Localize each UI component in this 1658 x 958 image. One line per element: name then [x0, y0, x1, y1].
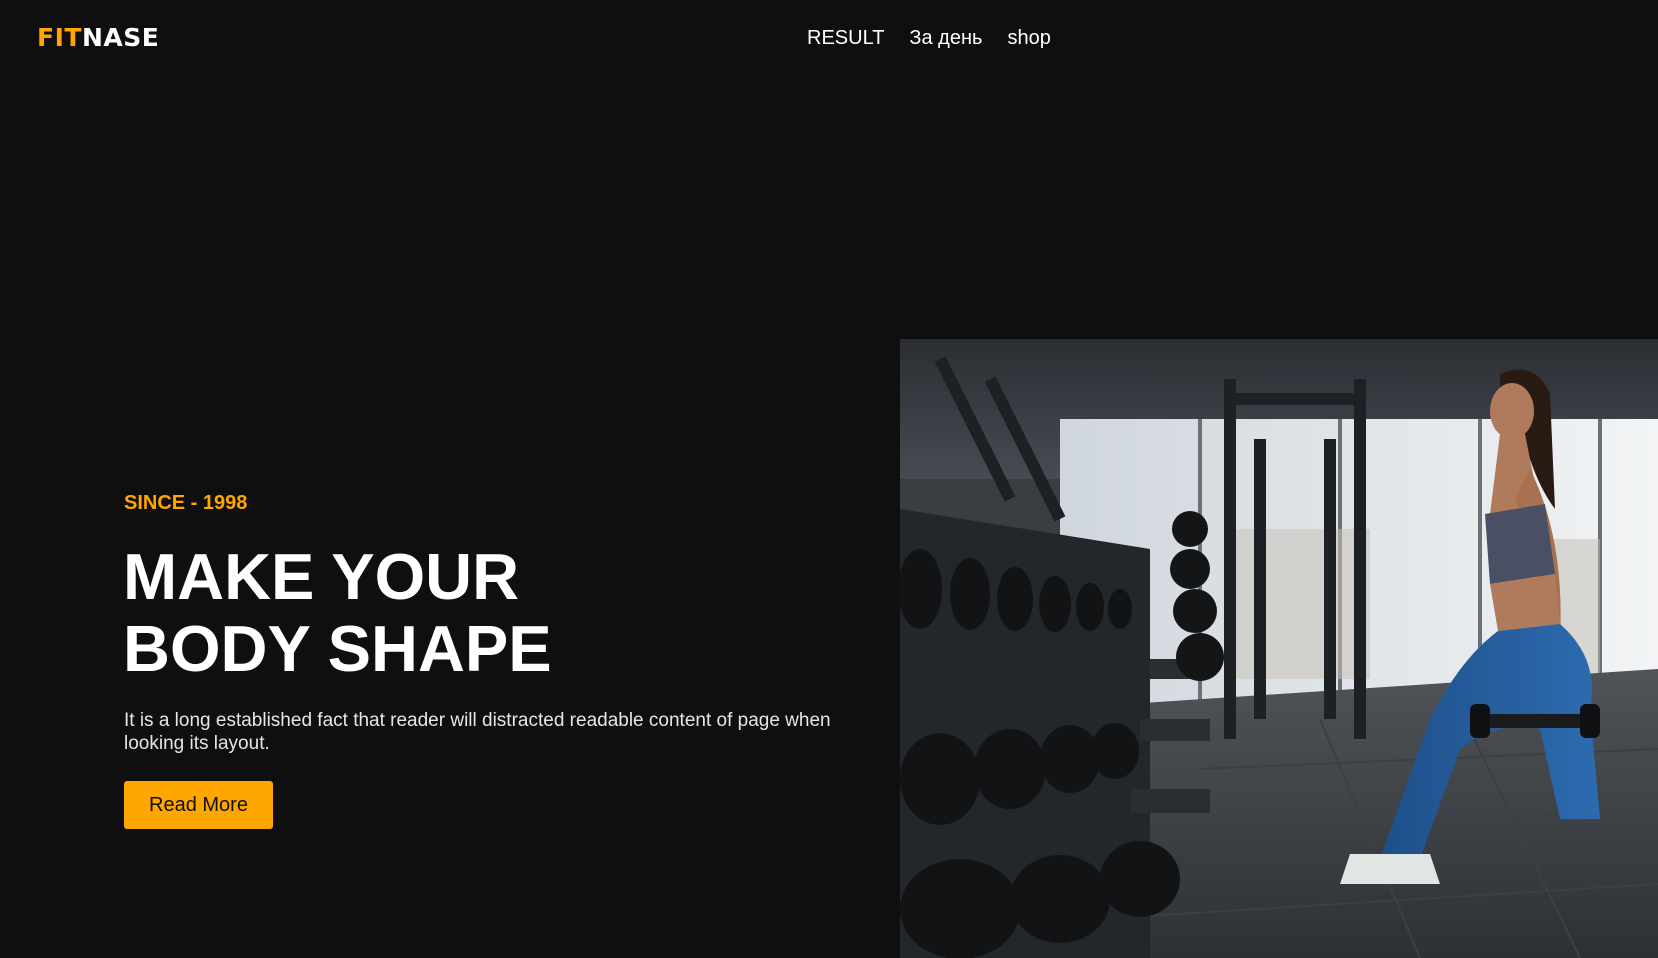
read-more-button[interactable]: Read More: [124, 781, 273, 829]
logo[interactable]: FITNASE: [37, 22, 159, 54]
logo-nase: NASE: [81, 23, 160, 52]
hero-description: It is a long established fact that reade…: [124, 710, 831, 754]
nav-item-result[interactable]: RESULT: [807, 24, 884, 52]
hero-headline-line2: BODY SHAPE: [123, 612, 552, 685]
main-nav: RESULT За день shop: [807, 24, 1051, 52]
gym-illustration: [900, 339, 1658, 958]
nav-item-za-den[interactable]: За день: [909, 24, 982, 52]
hero-tagline: SINCE - 1998: [124, 492, 248, 514]
hero-headline-line1: MAKE YOUR: [123, 540, 520, 613]
page: FITNASE RESULT За день shop SINCE - 1998…: [0, 0, 1658, 958]
hero-gym-image: [900, 339, 1658, 958]
logo-fit: FIT: [37, 23, 82, 52]
hero-headline: MAKE YOUR BODY SHAPE: [123, 541, 843, 685]
nav-item-shop[interactable]: shop: [1007, 24, 1050, 52]
